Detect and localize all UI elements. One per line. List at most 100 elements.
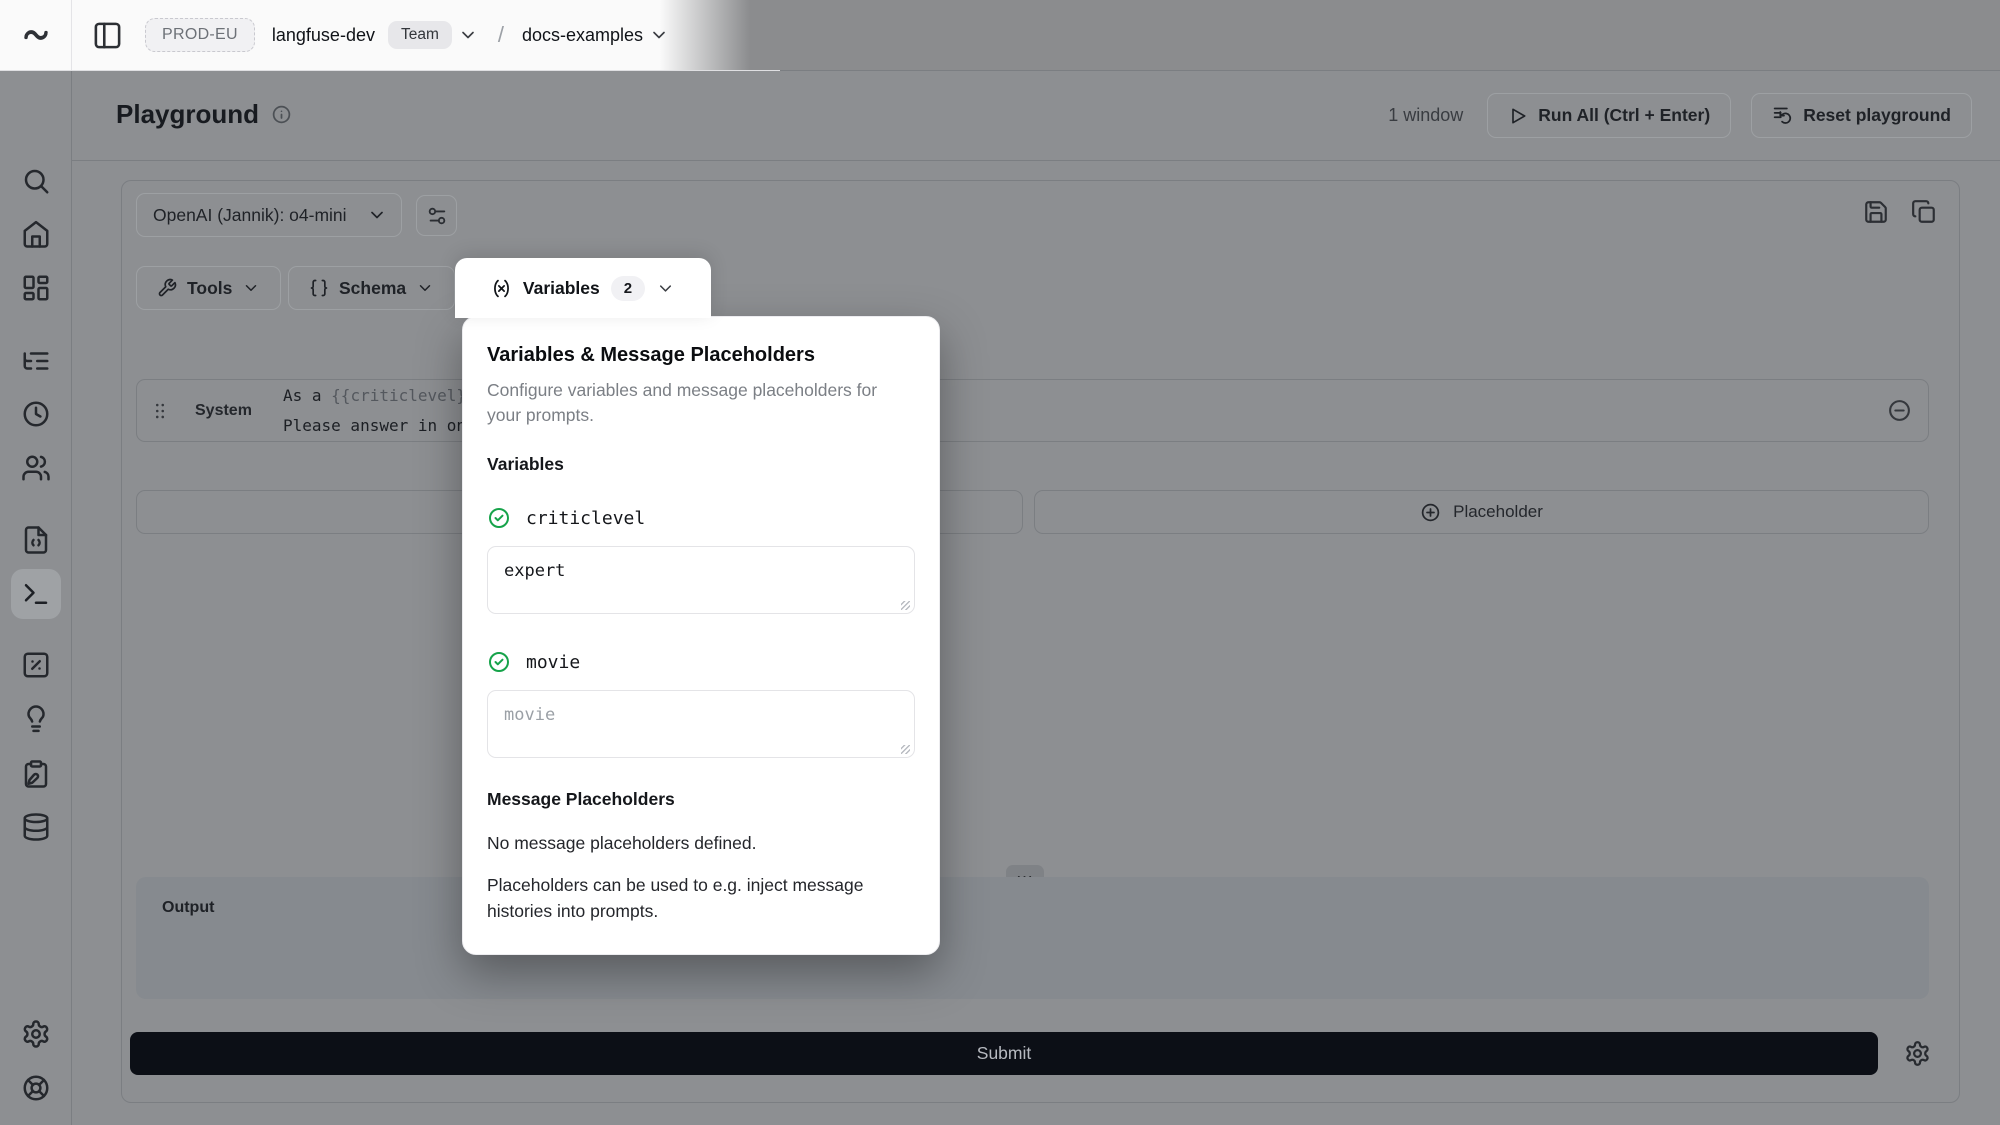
drag-handle-icon[interactable] (149, 400, 171, 422)
placeholders-heading: Message Placeholders (487, 789, 915, 810)
output-panel: Output (136, 877, 1929, 999)
model-label: OpenAI (Jannik): o4-mini (153, 205, 347, 226)
placeholders-empty-text: No message placeholders defined. (487, 833, 915, 854)
terminal-icon[interactable] (21, 579, 51, 609)
output-label: Output (162, 899, 214, 917)
variable-input-wrap: expert (487, 530, 915, 619)
system-variable-token: {{criticlevel}} (331, 386, 476, 405)
playground-window: OpenAI (Jannik): o4-mini Tools Schema Sy… (121, 180, 1960, 1103)
file-code-icon[interactable] (21, 525, 51, 555)
variables-label: Variables (523, 278, 600, 299)
circle-check-icon (487, 506, 511, 530)
play-icon (1508, 106, 1528, 126)
clock-icon[interactable] (21, 399, 51, 429)
home-icon[interactable] (21, 219, 51, 249)
users-icon[interactable] (21, 453, 51, 483)
org-role-badge: Team (388, 21, 452, 49)
variable-fx-icon (491, 278, 512, 299)
chevron-down-icon (416, 279, 434, 297)
popover-title: Variables & Message Placeholders (487, 344, 915, 367)
copy-icon[interactable] (1911, 199, 1937, 225)
chevron-down-icon (242, 279, 260, 297)
reset-label: Reset playground (1803, 105, 1951, 126)
header-actions: 1 window Run All (Ctrl + Enter) Reset pl… (1388, 93, 1972, 138)
gear-icon (1904, 1040, 1931, 1067)
list-restart-icon (1772, 105, 1793, 126)
model-settings-button[interactable] (416, 195, 457, 236)
chevron-down-icon (367, 205, 387, 225)
variables-count-badge: 2 (611, 276, 645, 301)
system-text-line2: Please answer in on (283, 411, 476, 441)
variable-row: criticlevel (487, 506, 915, 530)
environment-badge[interactable]: PROD-EU (145, 18, 255, 52)
system-message-row: System As a {{criticlevel}} Please answe… (136, 379, 1929, 442)
schema-label: Schema (339, 278, 406, 299)
dashboard-grid-icon[interactable] (21, 273, 51, 303)
submit-button[interactable]: Submit (130, 1032, 1878, 1075)
run-all-button[interactable]: Run All (Ctrl + Enter) (1487, 93, 1731, 138)
settings-gear-icon[interactable] (21, 1019, 51, 1049)
lightbulb-icon[interactable] (21, 704, 51, 734)
search-icon[interactable] (21, 166, 51, 196)
variable-row: movie (487, 650, 915, 674)
braces-icon (309, 278, 329, 298)
window-actions (1863, 199, 1937, 225)
chevron-down-icon (458, 25, 478, 45)
schema-dropdown-button[interactable]: Schema (288, 266, 455, 310)
system-text: As a (283, 386, 331, 405)
tools-label: Tools (187, 278, 232, 299)
list-tree-icon[interactable] (21, 346, 51, 376)
page-title-text: Playground (116, 99, 259, 130)
run-all-label: Run All (Ctrl + Enter) (1538, 105, 1710, 126)
database-icon[interactable] (21, 812, 51, 842)
circle-minus-icon (1887, 398, 1912, 423)
panel-left-icon (92, 20, 123, 51)
circle-plus-icon (1420, 502, 1441, 523)
tools-dropdown-button[interactable]: Tools (136, 266, 281, 310)
breadcrumb: PROD-EU langfuse-dev Team / docs-example… (0, 0, 780, 71)
save-icon[interactable] (1863, 199, 1889, 225)
chevron-down-icon (656, 279, 675, 298)
model-select-button[interactable]: OpenAI (Jannik): o4-mini (136, 193, 402, 237)
add-placeholder-button[interactable]: Placeholder (1034, 490, 1929, 534)
variable-value-input[interactable] (487, 690, 915, 758)
variable-value-input[interactable]: expert (487, 546, 915, 614)
info-icon[interactable] (271, 104, 292, 125)
window-count: 1 window (1388, 105, 1463, 126)
playground-page: PROD-EU langfuse-dev Team / docs-example… (0, 0, 2000, 1125)
wrench-icon (157, 278, 177, 298)
variable-name: movie (526, 652, 580, 673)
message-role-label[interactable]: System (195, 402, 283, 420)
org-menu-button[interactable] (458, 25, 478, 45)
placeholders-help-text: Placeholders can be used to e.g. inject … (487, 872, 915, 924)
submit-settings-button[interactable] (1904, 1040, 1931, 1067)
circle-check-icon (487, 650, 511, 674)
system-message-content[interactable]: As a {{criticlevel}} Please answer in on (283, 381, 476, 441)
variables-button-anchor: Variables 2 (455, 258, 711, 318)
project-name[interactable]: docs-examples (522, 25, 643, 46)
life-buoy-icon[interactable] (21, 1073, 51, 1103)
variables-popover: Variables & Message Placeholders Configu… (462, 316, 940, 955)
variable-input-wrap (487, 674, 915, 763)
chevron-down-icon (649, 25, 669, 45)
submit-row: Submit (130, 1032, 1931, 1075)
variables-dropdown-button[interactable]: Variables 2 (491, 276, 675, 301)
page-title: Playground (116, 99, 292, 130)
variable-name: criticlevel (526, 508, 645, 529)
page-header: Playground 1 window Run All (Ctrl + Ente… (72, 71, 2000, 161)
sidebar-toggle-button[interactable] (92, 20, 123, 51)
percent-square-icon[interactable] (21, 650, 51, 680)
placeholder-button-label: Placeholder (1453, 502, 1543, 522)
org-name[interactable]: langfuse-dev (272, 25, 375, 46)
breadcrumb-separator: / (498, 22, 504, 48)
remove-message-button[interactable] (1887, 398, 1912, 423)
variables-heading: Variables (487, 454, 915, 475)
popover-description: Configure variables and message placehol… (487, 378, 915, 428)
project-menu-button[interactable] (649, 25, 669, 45)
sliders-icon (426, 205, 448, 227)
clipboard-pen-icon[interactable] (21, 759, 51, 789)
topbar: PROD-EU langfuse-dev Team / docs-example… (0, 0, 2000, 71)
sidebar (0, 71, 72, 1125)
langfuse-logo[interactable] (0, 0, 72, 70)
reset-playground-button[interactable]: Reset playground (1751, 93, 1972, 138)
